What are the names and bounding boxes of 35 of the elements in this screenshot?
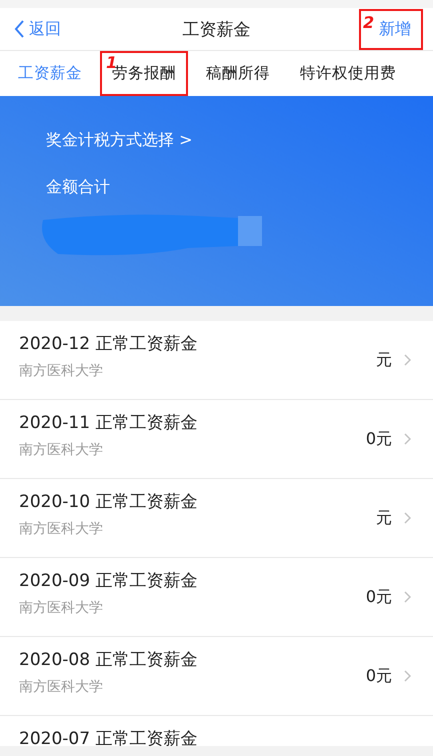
record-title: 2020-11 正常工资薪金: [19, 413, 198, 433]
income-record-row[interactable]: 2020-08 正常工资薪金 南方医科大学 0元: [0, 637, 433, 716]
employer-name: 南方医科大学: [19, 678, 104, 696]
total-amount-label: 金额合计: [46, 177, 111, 198]
record-amount: 元: [376, 350, 392, 370]
employer-name: 南方医科大学: [19, 520, 104, 538]
page-title: 工资薪金: [182, 18, 250, 40]
record-title: 2020-08 正常工资薪金: [19, 650, 198, 670]
record-title: 2020-07 正常工资薪金: [19, 729, 198, 746]
chevron-right-icon: [404, 670, 411, 682]
income-record-row[interactable]: 2020-10 正常工资薪金 南方医科大学 元: [0, 479, 433, 558]
chevron-right-icon: [404, 354, 411, 366]
record-amount: 0元: [366, 586, 392, 608]
income-record-row[interactable]: 2020-12 正常工资薪金 南方医科大学 元: [0, 321, 433, 400]
annotation-number: 2: [363, 12, 374, 32]
income-record-row[interactable]: 2020-11 正常工资薪金 南方医科大学 0元: [0, 400, 433, 479]
employer-name: 南方医科大学: [19, 441, 104, 459]
chevron-right-icon: [404, 591, 411, 603]
record-amount: 0元: [366, 666, 392, 686]
record-title: 2020-10 正常工资薪金: [19, 492, 198, 512]
category-tab[interactable]: 特许权使用费: [288, 51, 408, 96]
income-record-row[interactable]: 2020-09 正常工资薪金 南方医科大学 0元: [0, 558, 433, 637]
category-tab[interactable]: 稿酬所得: [194, 51, 282, 96]
employer-name: 南方医科大学: [19, 362, 104, 380]
record-amount: 元: [376, 508, 392, 528]
chevron-right-icon: [404, 433, 411, 445]
back-button[interactable]: 返回: [14, 18, 61, 40]
record-title: 2020-09 正常工资薪金: [19, 571, 198, 591]
chevron-right-icon: [404, 512, 411, 524]
back-chevron-icon: [14, 19, 25, 39]
employer-name: 南方医科大学: [19, 599, 104, 617]
record-amount: 0元: [366, 428, 392, 450]
bonus-tax-method-link[interactable]: 奖金计税方式选择 >: [46, 130, 192, 151]
record-title: 2020-12 正常工资薪金: [19, 334, 198, 354]
category-tab[interactable]: 工资薪金: [6, 51, 94, 96]
